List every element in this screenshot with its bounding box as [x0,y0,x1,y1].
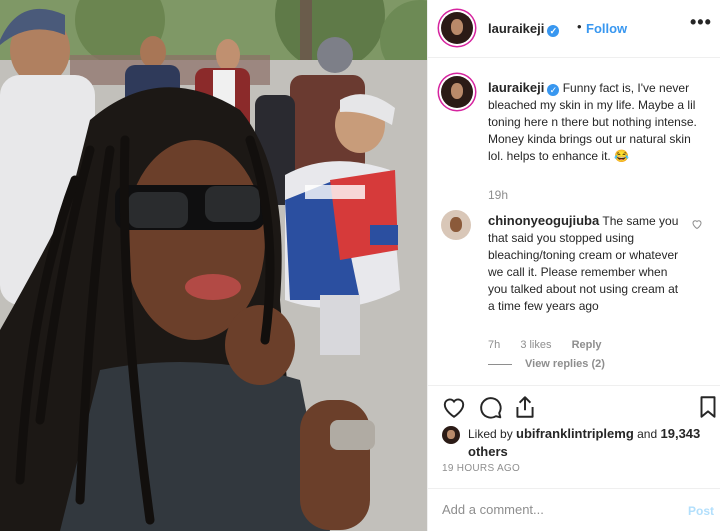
post-comment-button[interactable]: Post [688,504,714,518]
comment-like-heart-icon[interactable] [691,218,703,230]
liker-avatar[interactable] [442,426,460,444]
caption-time[interactable]: 19h [488,188,508,202]
comment-icon[interactable] [477,394,503,420]
commenter-username[interactable]: chinonyeogujiuba [488,213,599,228]
author-username-text[interactable]: lauraikeji [488,21,544,36]
follow-button[interactable]: Follow [586,21,627,36]
reply-button[interactable]: Reply [572,339,602,351]
add-comment-bar: Post [428,488,720,531]
bookmark-icon[interactable] [695,394,720,420]
more-options-icon[interactable]: ••• [690,12,712,33]
verified-badge-icon: ✓ [547,25,560,37]
view-replies-label[interactable]: View replies (2) [525,358,605,370]
liked-by-text: Liked by ubifranklintriplemg and 19,343 … [468,425,708,461]
comment-likes[interactable]: 3 likes [520,339,551,351]
post-header: lauraikeji ✓ • Follow ••• [428,0,720,58]
action-bar [428,385,720,425]
comment-time[interactable]: 7h [488,339,500,351]
heart-icon[interactable] [441,394,467,420]
caption-text-block: lauraikeji ✓ Funny fact is, I've never bl… [488,79,708,165]
commenter-avatar[interactable] [441,210,471,240]
view-replies-button[interactable]: View replies (2) [488,358,605,370]
comment-meta: 7h 3 likes Reply [488,339,619,351]
post-side-panel: lauraikeji ✓ • Follow ••• lauraikeji ✓ Fun… [427,0,720,531]
author-username[interactable]: lauraikeji ✓ [488,21,560,37]
photo-illustration [0,0,427,531]
add-comment-input[interactable] [442,502,672,517]
liked-by-and: and [637,427,658,441]
share-icon[interactable] [512,394,538,420]
post-timestamp[interactable]: 19 HOURS AGO [442,463,520,474]
author-avatar[interactable] [441,12,473,44]
post-photo[interactable] [0,0,427,531]
view-replies-line [488,363,512,365]
comment-text-block: chinonyeogujiuba The same you that said … [488,212,688,315]
liker-username[interactable]: ubifranklintriplemg [516,426,634,441]
comment-body: The same you that said you stopped using… [488,214,679,313]
verified-badge-icon: ✓ [547,84,560,96]
liked-by-prefix: Liked by [468,427,513,441]
separator-dot: • [577,19,582,34]
caption-username[interactable]: lauraikeji [488,80,544,95]
caption-avatar[interactable] [441,76,473,108]
